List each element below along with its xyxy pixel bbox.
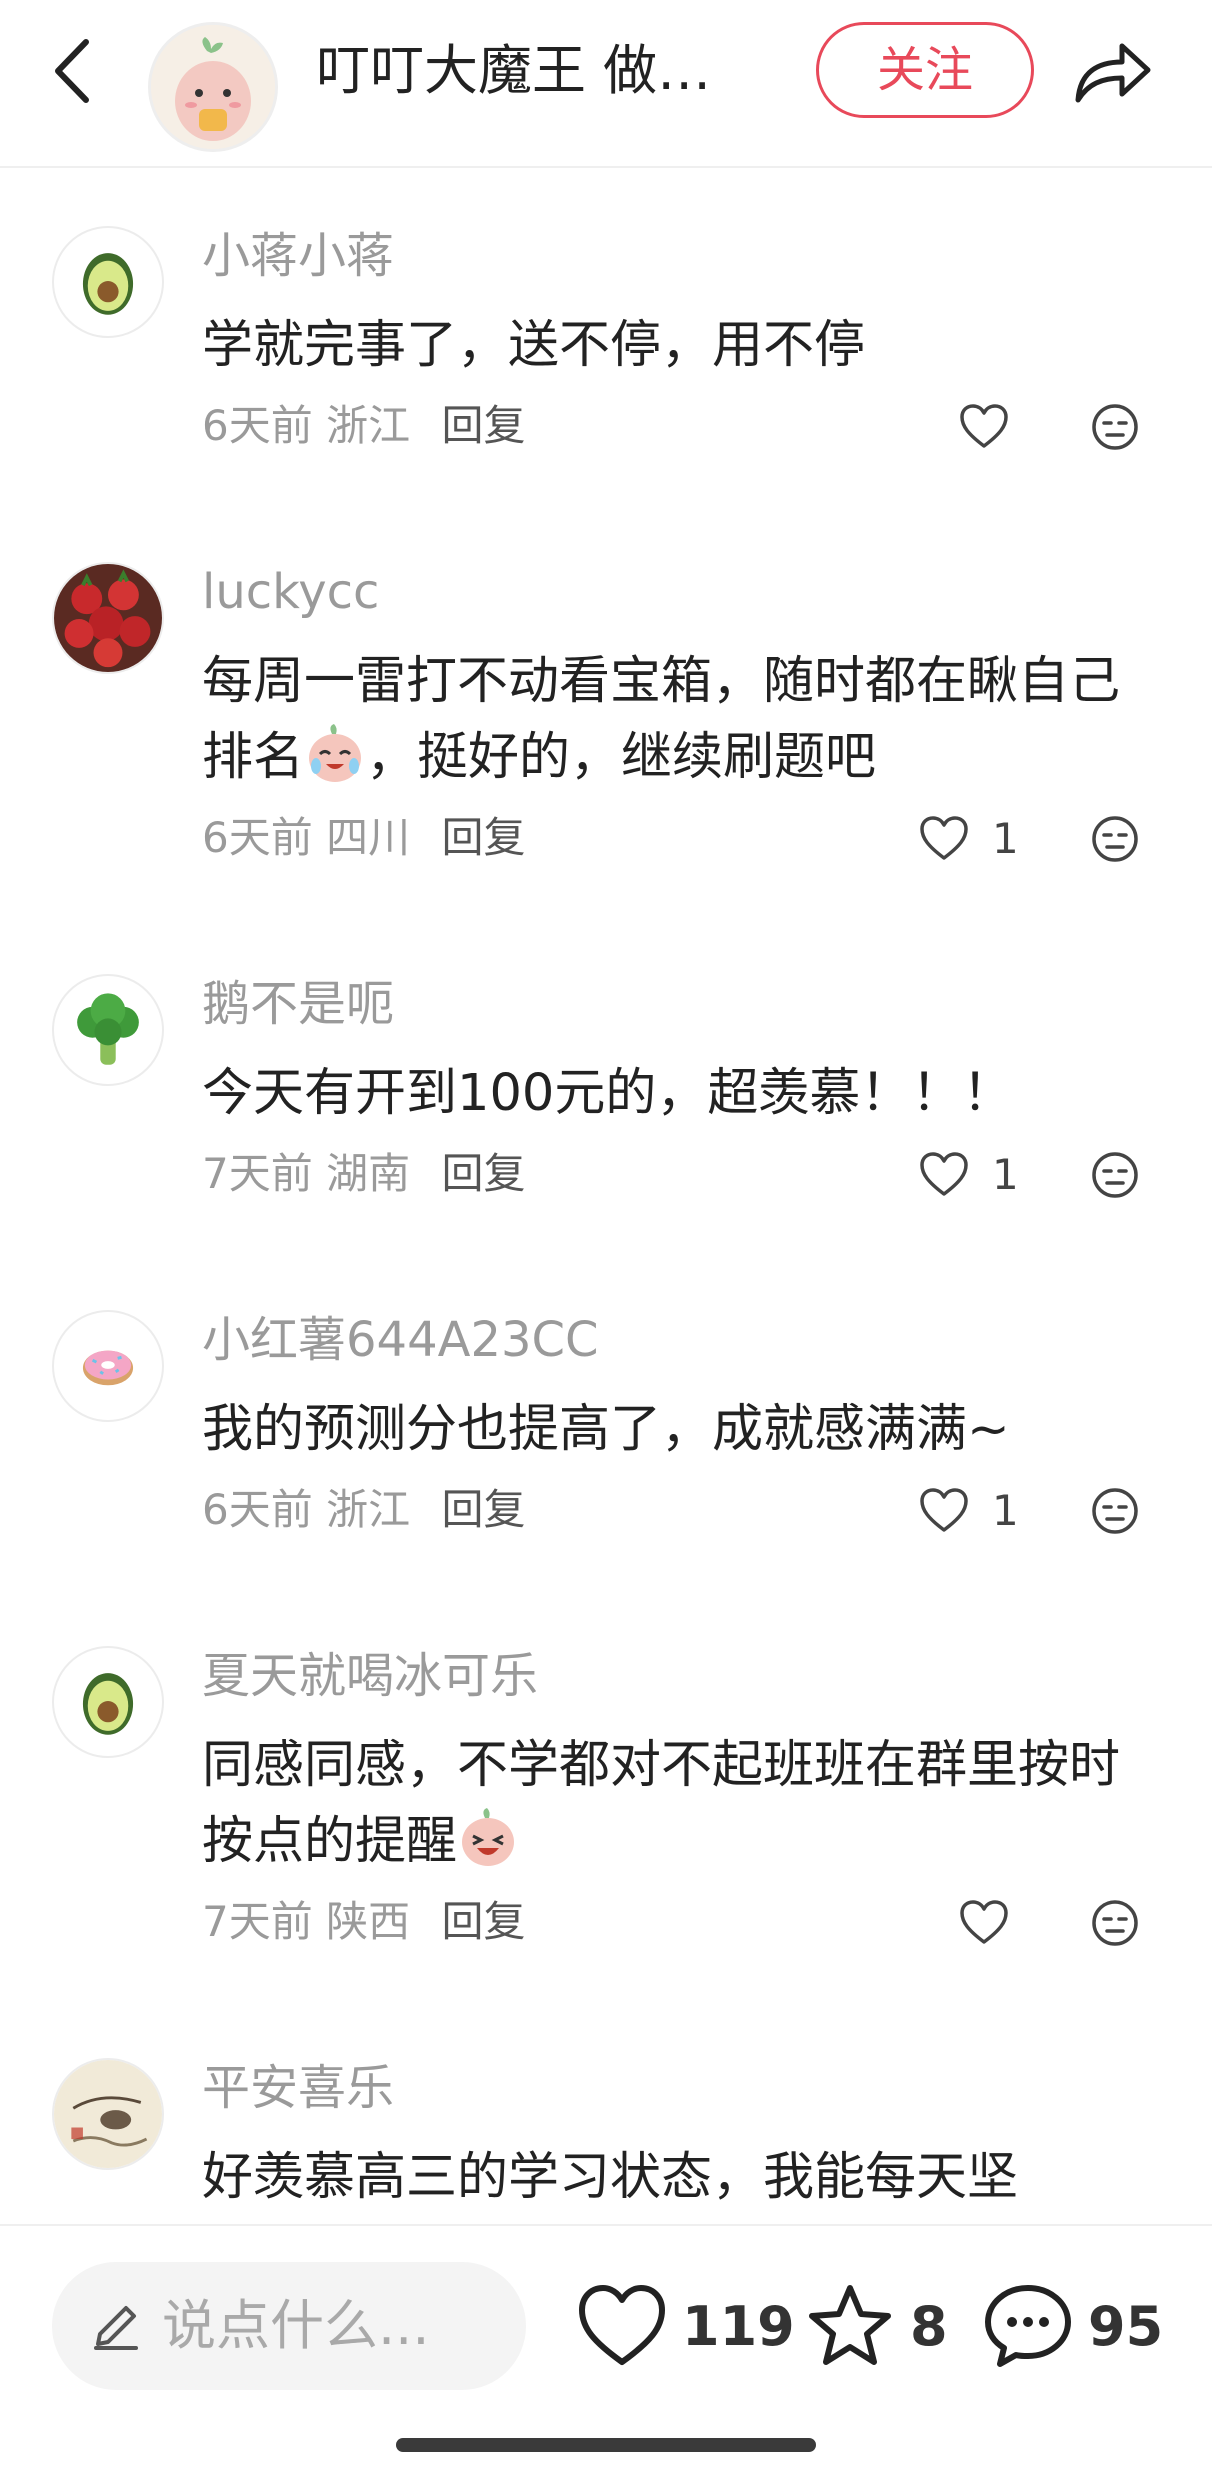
comment-like-button[interactable]: [958, 398, 1032, 454]
reply-button[interactable]: 回复: [441, 1897, 525, 1946]
heart-icon: [920, 1488, 968, 1532]
like-button[interactable]: 119: [576, 2276, 795, 2376]
heart-icon: [960, 1900, 1008, 1944]
comment-like-button[interactable]: [958, 1894, 1032, 1950]
comment-time: 7天前: [202, 1897, 313, 1946]
comment-input[interactable]: 说点什么...: [52, 2262, 526, 2390]
author-name[interactable]: 叮叮大魔王 做…: [316, 36, 756, 106]
dislike-face-icon[interactable]: [1090, 1898, 1140, 1948]
reply-button[interactable]: 回复: [441, 813, 525, 862]
comment-location: 浙江: [326, 1485, 411, 1534]
back-arrow-icon[interactable]: [48, 36, 98, 106]
comment-time: 6天前: [202, 1485, 313, 1534]
comment-text-part: ，挺好的，继续刷题吧: [366, 728, 877, 787]
chat-bubble-icon: [985, 2285, 1071, 2367]
commenter-avatar[interactable]: [52, 974, 164, 1086]
dislike-face-icon[interactable]: [1090, 402, 1140, 452]
commenter-avatar[interactable]: [52, 2058, 164, 2170]
like-count: 119: [682, 2294, 795, 2358]
comment-location: 陕西: [326, 1897, 411, 1946]
commenter-avatar[interactable]: [52, 562, 164, 674]
laughing-emoji-icon: [462, 1808, 515, 1866]
share-icon[interactable]: [1072, 36, 1154, 106]
comment-location: 浙江: [326, 401, 411, 450]
broccoli-icon: [77, 993, 139, 1065]
reply-button[interactable]: 回复: [441, 1149, 525, 1198]
comment-meta: 6天前 四川 回复: [202, 810, 525, 866]
donut-icon: [82, 1350, 134, 1386]
heart-icon: [579, 2285, 665, 2365]
comment-time: 6天前: [202, 401, 313, 450]
avocado-icon: [82, 1673, 134, 1735]
like-count: 1: [992, 813, 1019, 863]
comment-time: 6天前: [202, 813, 313, 862]
dislike-face-icon[interactable]: [1090, 1150, 1140, 1200]
follow-button[interactable]: 关注: [816, 22, 1034, 118]
comment-meta: 6天前 浙江 回复: [202, 398, 525, 454]
collect-button[interactable]: 8: [804, 2276, 948, 2376]
comment-text: 同感同感，不学都对不起班班在群里按时按点的提醒: [202, 1728, 1142, 1880]
commenter-name[interactable]: 夏天就喝冰可乐: [202, 1646, 538, 1706]
comment-location: 湖南: [326, 1149, 411, 1198]
comment-text: 每周一雷打不动看宝箱，随时都在瞅自己排名 ，挺好的，继续刷题吧: [202, 644, 1142, 796]
comment-text: 我的预测分也提高了，成就感满满~: [202, 1400, 1010, 1459]
home-indicator: [396, 2438, 816, 2452]
pencil-icon: [94, 2306, 138, 2350]
comment-button[interactable]: 95: [982, 2276, 1163, 2376]
heart-icon: [920, 1152, 968, 1196]
like-count: 1: [992, 1485, 1019, 1535]
comment-text-part: 同感同感，不学都对不起班班在群里按时按点的提醒: [202, 1736, 1121, 1871]
author-avatar[interactable]: [148, 22, 278, 152]
commenter-avatar[interactable]: [52, 1310, 164, 1422]
comment-text: 学就完事了，送不停，用不停: [202, 316, 866, 375]
reply-button[interactable]: 回复: [441, 1485, 525, 1534]
comment-meta: 7天前 湖南 回复: [202, 1146, 525, 1202]
comment-text: 今天有开到100元的，超羡慕！！！: [202, 1064, 1014, 1123]
comment-meta: 6天前 浙江 回复: [202, 1482, 525, 1538]
crying-laughing-emoji-icon: [309, 724, 362, 782]
commenter-avatar[interactable]: [52, 226, 164, 338]
dislike-face-icon[interactable]: [1090, 1486, 1140, 1536]
heart-icon: [960, 404, 1008, 448]
reply-button[interactable]: 回复: [441, 401, 525, 450]
comment-count: 95: [1088, 2294, 1164, 2358]
heart-icon: [920, 816, 968, 860]
commenter-name[interactable]: 平安喜乐: [202, 2058, 394, 2118]
commenter-avatar[interactable]: [52, 1646, 164, 1758]
comment-time: 7天前: [202, 1149, 313, 1198]
comment-like-button[interactable]: 1: [918, 1146, 1019, 1202]
strawberries-icon: [54, 564, 162, 672]
comment-location: 四川: [326, 813, 411, 862]
like-count: 1: [992, 1149, 1019, 1199]
commenter-name[interactable]: 小蒋小蒋: [202, 226, 394, 286]
comment-meta: 7天前 陕西 回复: [202, 1894, 525, 1950]
top-bar: 叮叮大魔王 做… 关注: [0, 0, 1212, 168]
commenter-name[interactable]: 鹅不是呃: [202, 974, 394, 1034]
star-count: 8: [910, 2294, 948, 2358]
commenter-name[interactable]: 小红薯644A23CC: [202, 1310, 599, 1370]
avocado-icon: [82, 253, 134, 315]
star-icon: [809, 2285, 891, 2365]
commenter-name[interactable]: luckycc: [202, 562, 379, 622]
comment-text: 好羡慕高三的学习状态，我能每天坚: [202, 2148, 1019, 2207]
comment-like-button[interactable]: 1: [918, 810, 1019, 866]
dislike-face-icon[interactable]: [1090, 814, 1140, 864]
comment-like-button[interactable]: 1: [918, 1482, 1019, 1538]
ink-painting-icon: [54, 2060, 162, 2168]
comment-input-placeholder: 说点什么...: [162, 2294, 430, 2357]
